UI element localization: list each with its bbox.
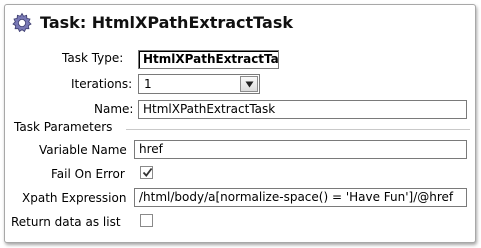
variable-name-input[interactable]: href xyxy=(134,140,467,159)
task-type-label: Task Type: xyxy=(62,51,124,65)
iterations-select[interactable]: 1 xyxy=(138,74,260,94)
checkmark-icon xyxy=(142,167,153,178)
gear-icon xyxy=(11,12,33,34)
iterations-label: Iterations: xyxy=(71,77,133,91)
fail-on-error-label: Fail On Error xyxy=(51,167,125,181)
task-panel: Task: HtmlXPathExtractTask Task Type: Ht… xyxy=(4,4,476,243)
xpath-expression-label: Xpath Expression xyxy=(22,191,127,205)
chevron-down-icon xyxy=(245,81,254,88)
iterations-value: 1 xyxy=(144,77,152,91)
section-divider xyxy=(126,129,470,130)
xpath-expression-input[interactable]: /html/body/a[normalize-space() = 'Have F… xyxy=(134,188,467,207)
task-type-field: HtmlXPathExtractTask xyxy=(138,50,279,69)
name-input[interactable]: HtmlXPathExtractTask xyxy=(138,100,467,119)
variable-name-label: Variable Name xyxy=(39,143,127,157)
title-bar: Task: HtmlXPathExtractTask xyxy=(5,5,475,41)
section-title-task-parameters: Task Parameters xyxy=(14,120,113,134)
fail-on-error-checkbox[interactable] xyxy=(140,166,153,179)
return-data-as-list-label: Return data as list xyxy=(11,215,121,229)
panel-title: Task: HtmlXPathExtractTask xyxy=(40,13,293,32)
return-data-as-list-checkbox[interactable] xyxy=(140,214,153,227)
name-label: Name: xyxy=(94,102,134,116)
iterations-dropdown-button[interactable] xyxy=(240,76,258,92)
